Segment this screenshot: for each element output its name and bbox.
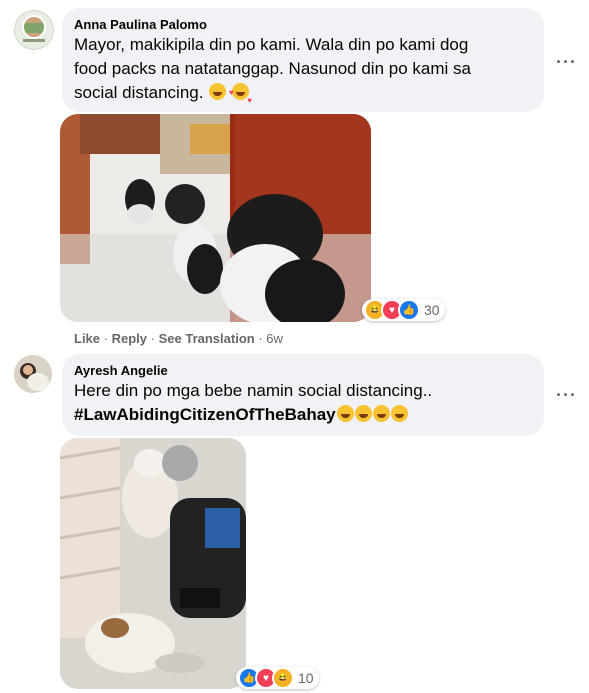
- separator: ·: [103, 331, 108, 346]
- comment-line: #LawAbidingCitizenOfTheBahay: [74, 403, 532, 427]
- avatar-photo-icon: [14, 355, 52, 393]
- more-options-icon[interactable]: ···: [556, 386, 577, 404]
- separator: ·: [258, 331, 263, 346]
- comment-bubble: Ayresh Angelie Here din po mga bebe nami…: [62, 354, 544, 436]
- avatar[interactable]: [14, 10, 54, 50]
- like-link[interactable]: Like: [74, 331, 100, 346]
- smiling-face-with-hearts-emoji: ♥ ♥: [229, 83, 252, 105]
- avatar-logo-icon: [22, 15, 46, 42]
- dogs-photo-image: [60, 114, 371, 322]
- comment-text: Mayor, makikipila din po kami. Wala din …: [74, 33, 532, 105]
- reaction-summary[interactable]: 😆 ♥ 👍 30: [362, 299, 445, 321]
- comment-actions: Like · Reply · See Translation · 6w: [74, 331, 283, 346]
- comment-timestamp[interactable]: 6w: [266, 331, 283, 346]
- more-options-icon[interactable]: ···: [556, 53, 577, 71]
- avatar[interactable]: [14, 355, 52, 393]
- laughing-emoji: [390, 405, 408, 422]
- haha-reaction-icon: 😆: [272, 667, 294, 689]
- comment-author[interactable]: Ayresh Angelie: [74, 362, 532, 379]
- laughing-emoji: [336, 405, 354, 422]
- tears-of-joy-emoji: [354, 405, 372, 422]
- see-translation-link[interactable]: See Translation: [159, 331, 255, 346]
- smiling-face-emoji: [209, 83, 227, 100]
- reaction-count: 10: [298, 670, 314, 686]
- hashtag-link[interactable]: #LawAbidingCitizenOfTheBahay: [74, 405, 336, 424]
- reaction-count: 30: [424, 302, 440, 318]
- comment-line: social distancing. ♥ ♥: [74, 81, 532, 105]
- comment-bubble: Anna Paulina Palomo Mayor, makikipila di…: [62, 8, 544, 112]
- separator: ·: [150, 331, 155, 346]
- comment-line: food packs na natatanggap. Nasunod din p…: [74, 59, 471, 78]
- like-reaction-icon: 👍: [398, 299, 420, 321]
- laughing-emoji: [372, 405, 390, 422]
- reply-link[interactable]: Reply: [112, 331, 147, 346]
- comment-author[interactable]: Anna Paulina Palomo: [74, 16, 532, 33]
- reaction-summary[interactable]: 👍 ♥ 😆 10: [236, 667, 319, 689]
- comment-line: Mayor, makikipila din po kami. Wala din …: [74, 35, 469, 54]
- comment-photo[interactable]: [60, 438, 246, 689]
- comment-line: Here din po mga bebe namin social distan…: [74, 381, 433, 400]
- comment-photo[interactable]: [60, 114, 371, 322]
- comment-line-text: social distancing.: [74, 83, 204, 102]
- comment-text: Here din po mga bebe namin social distan…: [74, 379, 532, 427]
- dogs-photo-image: [60, 438, 246, 689]
